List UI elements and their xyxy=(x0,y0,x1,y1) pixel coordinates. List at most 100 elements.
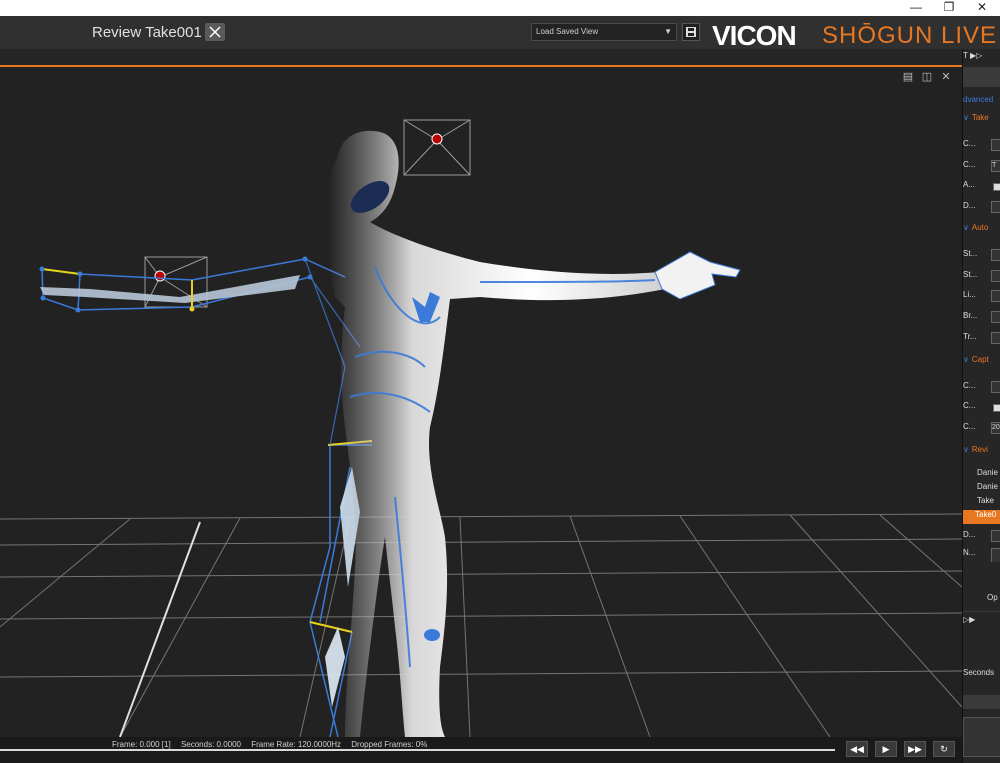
take-row: A... xyxy=(963,180,1000,194)
auto-row: St... xyxy=(963,249,1000,263)
auto-row: Br... xyxy=(963,311,1000,325)
chevron-down-icon: ∨ xyxy=(963,223,969,232)
auto-row-label: St... xyxy=(963,270,978,279)
take-row-field[interactable] xyxy=(991,139,1000,151)
auto-row: St... xyxy=(963,270,1000,284)
viewport-toolbar xyxy=(0,49,962,65)
auto-row-field[interactable] xyxy=(991,249,1000,261)
auto-row-field[interactable] xyxy=(991,270,1000,282)
section-auto-label: Auto xyxy=(971,223,989,232)
auto-row-label: Br... xyxy=(963,311,978,320)
skip-end-icon: ▶▶ xyxy=(908,744,922,754)
capture-row-label: C... xyxy=(963,401,976,410)
panel-tab[interactable]: T ▶▷ xyxy=(963,51,1000,65)
review-item[interactable]: Take xyxy=(963,496,1000,510)
expand-icon: ▷▶ xyxy=(963,615,976,624)
auto-row-field[interactable] xyxy=(991,311,1000,323)
loop-button[interactable]: ↻ xyxy=(933,741,955,757)
skip-start-button[interactable]: ◀◀ xyxy=(846,741,868,757)
capture-row-field[interactable] xyxy=(991,381,1000,393)
close-viewport-icon[interactable]: ✕ xyxy=(940,71,952,83)
hand xyxy=(654,251,741,300)
review-row: D... xyxy=(963,530,1000,544)
take-row: C... xyxy=(963,139,1000,153)
section-take[interactable]: ∨ Take xyxy=(963,113,1000,127)
capture-row-field[interactable]: 20 xyxy=(991,422,1000,434)
auto-row-label: Li... xyxy=(963,290,976,299)
review-item-selected[interactable]: Take0 xyxy=(963,510,1000,524)
section-auto[interactable]: ∨ Auto xyxy=(963,223,1000,237)
status-info: Frame: 0.000 [1] Seconds: 0.0000 Frame R… xyxy=(112,740,435,749)
save-icon xyxy=(686,27,696,37)
section-take-label: Take xyxy=(971,113,989,122)
skip-end-button[interactable]: ▶▶ xyxy=(904,741,926,757)
dropdown-arrow-icon: ▼ xyxy=(664,27,672,36)
camera-top xyxy=(403,119,471,176)
close-take-button[interactable] xyxy=(205,23,225,41)
lower-panel-area[interactable] xyxy=(963,717,1000,757)
capture-row-checkbox[interactable] xyxy=(993,404,1000,412)
take-row-field[interactable] xyxy=(991,201,1000,213)
notes-field[interactable] xyxy=(991,548,1000,562)
section-review[interactable]: ∨ Revi xyxy=(963,445,1000,459)
scene-canvas xyxy=(0,119,962,737)
seconds-readout: Seconds: 0.0000 xyxy=(180,740,241,749)
split-view-icon[interactable]: ◫ xyxy=(921,71,933,83)
save-view-button[interactable] xyxy=(682,23,700,41)
play-icon: ▶ xyxy=(882,744,890,754)
review-item[interactable]: Danie xyxy=(963,468,1000,482)
take-row-label: C... xyxy=(963,139,976,148)
floor-grid xyxy=(0,513,962,737)
take-row: C... T xyxy=(963,160,1000,174)
auto-row: Tr... xyxy=(963,332,1000,346)
panel-toolbar[interactable] xyxy=(963,67,1000,87)
options-label[interactable]: Op xyxy=(963,593,1000,607)
auto-row-field[interactable] xyxy=(991,332,1000,344)
dropped-frames-readout: Dropped Frames: 0% xyxy=(351,740,428,749)
viewport-controls: ▤ ◫ ✕ xyxy=(902,71,954,85)
time-field[interactable] xyxy=(963,695,1000,709)
frame-rate-readout: Frame Rate: 120.0000Hz xyxy=(251,740,342,749)
timeline-scrubber[interactable] xyxy=(0,749,835,751)
minimize-icon[interactable]: — xyxy=(900,0,932,16)
take-title: Review Take001 xyxy=(92,24,202,41)
properties-panel: T ▶▷ dvanced ∨ Take C... C... T A... D... … xyxy=(962,49,1000,763)
take-row-label: D... xyxy=(963,201,976,210)
take-row-field[interactable]: T xyxy=(991,160,1000,172)
restore-icon[interactable]: ❐ xyxy=(933,0,965,16)
take-row-label: C... xyxy=(963,160,976,169)
seconds-label: Seconds xyxy=(963,668,995,677)
load-saved-view-select[interactable]: Load Saved View ▼ xyxy=(531,23,677,41)
loop-icon: ↻ xyxy=(940,744,948,754)
frame-readout: Frame: 0.000 [1] xyxy=(112,740,171,749)
auto-row-field[interactable] xyxy=(991,290,1000,302)
character-model xyxy=(327,130,741,737)
skeleton-arm xyxy=(41,258,346,312)
section-capture-label: Capt xyxy=(971,355,989,364)
maximize-icon[interactable]: ▤ xyxy=(902,71,914,83)
section-capture[interactable]: ∨ Capt xyxy=(963,355,1000,369)
play-button[interactable]: ▶ xyxy=(875,741,897,757)
chevron-down-icon: ∨ xyxy=(963,113,969,122)
take-row-checkbox[interactable] xyxy=(993,183,1000,191)
review-row-field[interactable] xyxy=(991,530,1000,542)
auto-row: Li... xyxy=(963,290,1000,304)
auto-row-label: Tr... xyxy=(963,332,977,341)
lower-panel-tab[interactable]: ▷▶ xyxy=(963,615,1000,629)
close-icon xyxy=(209,26,221,38)
close-icon[interactable]: ✕ xyxy=(966,0,998,16)
panel-divider xyxy=(963,611,1000,612)
take-row-label: A... xyxy=(963,180,976,189)
advanced-link[interactable]: dvanced xyxy=(963,95,1000,109)
capture-row: C... 20 xyxy=(963,422,1000,436)
take-row: D... xyxy=(963,201,1000,215)
capture-row: C... xyxy=(963,401,1000,415)
app-header: Review Take001 Load Saved View ▼ VICON S… xyxy=(0,16,1000,51)
review-item[interactable]: Danie xyxy=(963,482,1000,496)
view-select-value: Load Saved View xyxy=(536,27,599,36)
axis-line xyxy=(119,521,201,737)
panel-tab-label: T xyxy=(963,51,968,60)
vicon-logo: VICON xyxy=(712,20,797,51)
capture-row: C... xyxy=(963,381,1000,395)
3d-viewport[interactable]: ▤ ◫ ✕ xyxy=(0,67,962,737)
